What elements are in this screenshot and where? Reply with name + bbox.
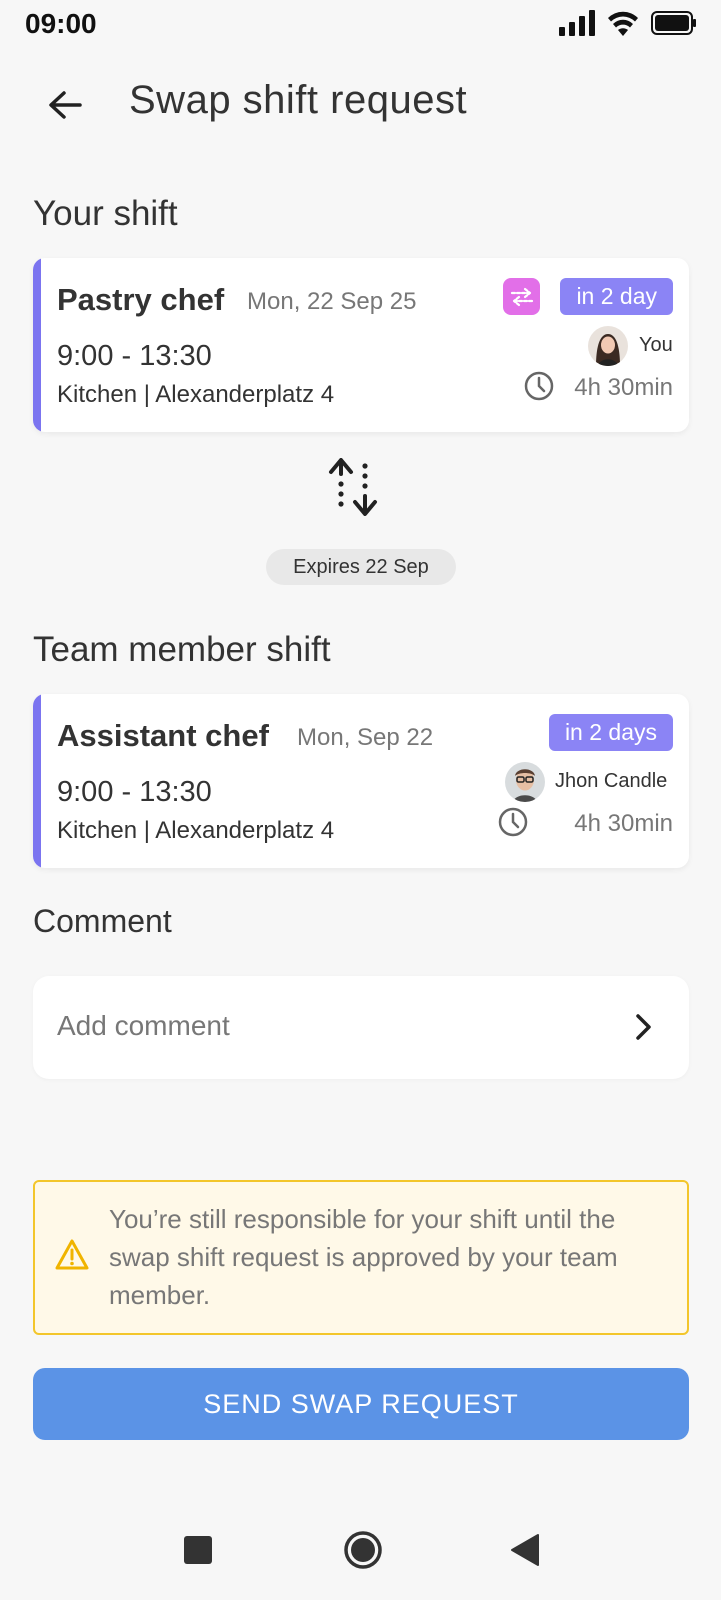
card-accent	[33, 258, 41, 432]
arrow-left-icon	[49, 91, 82, 119]
comment-placeholder: Add comment	[57, 1010, 230, 1041]
your-shift-card[interactable]: Pastry chef Mon, 22 Sep 25 in 2 day You …	[33, 258, 689, 432]
expires-badge: Expires 22 Sep	[266, 549, 456, 585]
shift-duration: 4h 30min	[574, 810, 673, 837]
status-icons	[559, 10, 697, 36]
status-time: 09:00	[25, 8, 97, 39]
avatar	[588, 326, 628, 366]
card-accent	[33, 694, 41, 868]
team-member-shift-card[interactable]: Assistant chef Mon, Sep 22 in 2 days Jho…	[33, 694, 689, 868]
days-badge: in 2 days	[548, 714, 673, 751]
comment-title: Comment	[33, 903, 172, 939]
navigation-bar	[0, 1510, 721, 1590]
comment-input[interactable]: Add comment	[33, 976, 689, 1079]
warning-text: You’re still responsible for your shift …	[109, 1204, 618, 1310]
shift-role: Pastry chef	[57, 282, 225, 317]
person-name: Jhon Candle	[555, 770, 668, 792]
screen: 09:00 Swap shift request Your shift Past…	[0, 0, 721, 1600]
back-button[interactable]	[40, 80, 90, 130]
warning-banner: You’re still responsible for your shift …	[33, 1180, 689, 1335]
recents-icon[interactable]	[184, 1536, 212, 1564]
signal-icon	[559, 10, 595, 36]
shift-time: 9:00 - 13:30	[57, 776, 212, 808]
send-swap-request-button[interactable]: SEND SWAP REQUEST	[33, 1368, 689, 1440]
team-member-shift-title: Team member shift	[33, 630, 331, 669]
battery-icon	[651, 11, 696, 35]
shift-location: Kitchen | Alexanderplatz 4	[57, 817, 335, 844]
swap-vertical-icon	[329, 458, 377, 516]
swap-icon	[503, 278, 540, 315]
clock-icon	[524, 371, 554, 401]
avatar	[505, 762, 545, 802]
shift-time: 9:00 - 13:30	[57, 340, 212, 372]
wifi-icon	[608, 11, 638, 36]
shift-role: Assistant chef	[57, 718, 269, 753]
shift-location: Kitchen | Alexanderplatz 4	[57, 381, 335, 408]
home-icon[interactable]	[343, 1530, 383, 1570]
status-bar: 09:00	[0, 0, 721, 50]
clock-icon	[498, 807, 528, 837]
person-name: You	[639, 334, 673, 356]
shift-date: Mon, 22 Sep 25	[247, 288, 417, 315]
your-shift-title: Your shift	[33, 194, 178, 233]
back-icon[interactable]	[510, 1533, 540, 1567]
page-title: Swap shift request	[129, 78, 468, 122]
shift-date: Mon, Sep 22	[297, 724, 434, 751]
chevron-right-icon	[636, 1014, 651, 1040]
days-badge: in 2 day	[560, 278, 673, 315]
shift-duration: 4h 30min	[574, 374, 673, 401]
warning-icon	[55, 1239, 89, 1270]
